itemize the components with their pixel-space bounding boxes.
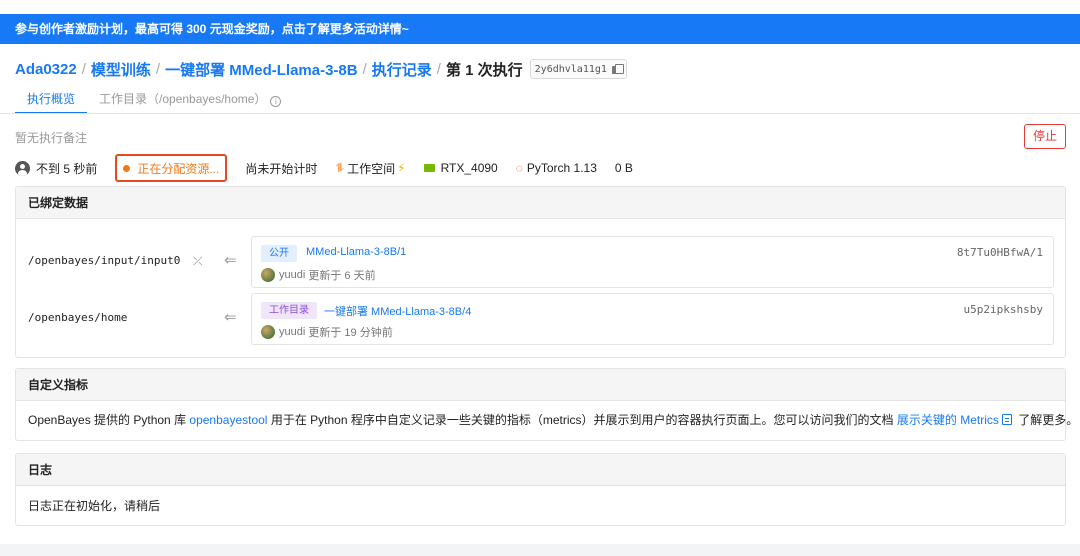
- nvidia-icon: [423, 164, 435, 172]
- workdir-tag: 工作目录: [261, 302, 317, 319]
- status-time: 不到 5 秒前: [15, 160, 97, 177]
- status-gpu: RTX_4090: [423, 161, 498, 175]
- breadcrumb-project[interactable]: 模型训练: [91, 59, 151, 80]
- tabs: 执行概览 工作目录（/openbayes/home） i: [15, 88, 293, 114]
- metrics-text-3: 了解更多。: [1014, 413, 1079, 427]
- avatar: [261, 325, 275, 339]
- status-bar: 不到 5 秒前 正在分配资源... 尚未开始计时 ⥮ 工作空间 ⚡ RTX_40…: [15, 154, 651, 182]
- dataset-meta: yuudi 更新于 6 天前: [261, 267, 376, 283]
- metrics-text-2: 用于在 Python 程序中自定义记录一些关键的指标（metrics）并展示到用…: [267, 413, 897, 427]
- mount-path: /openbayes/home: [28, 311, 128, 324]
- arrow-left-icon: ⇐: [224, 252, 237, 269]
- openbayestool-link[interactable]: openbayestool: [189, 413, 267, 427]
- page: 参与创作者激励计划，最高可得 300 元现金奖励，点击了解更多活动详情~ Ada…: [0, 0, 1080, 556]
- breadcrumb-records[interactable]: 执行记录: [372, 59, 432, 80]
- dataset-link[interactable]: 一键部署 MMed-Llama-3-8B/4: [324, 303, 471, 319]
- info-icon[interactable]: i: [270, 96, 282, 107]
- run-note: 暂无执行备注: [15, 131, 88, 145]
- unlink-icon[interactable]: ⤫: [193, 254, 203, 269]
- run-id: 2y6dhvla11g1: [534, 63, 607, 75]
- breadcrumb: Ada0322 / 模型训练 / 一键部署 MMed-Llama-3-8B / …: [15, 58, 627, 80]
- dataset-user[interactable]: yuudi: [279, 269, 305, 281]
- dataset-card[interactable]: 工作目录 一键部署 MMed-Llama-3-8B/4 u5p2ipkshsby…: [251, 293, 1054, 345]
- dataset-meta: yuudi 更新于 19 分钟前: [261, 324, 393, 340]
- promo-banner[interactable]: 参与创作者激励计划，最高可得 300 元现金奖励，点击了解更多活动详情~: [0, 14, 1080, 44]
- copy-icon[interactable]: [611, 64, 624, 74]
- status-framework: ◌ PyTorch 1.13: [516, 161, 597, 175]
- avatar: [261, 268, 275, 282]
- breadcrumb-separator: /: [436, 60, 441, 78]
- status-framework-label: PyTorch 1.13: [526, 161, 597, 175]
- logs-card: 日志 日志正在初始化，请稍后: [15, 453, 1066, 526]
- metrics-title: 自定义指标: [16, 369, 1065, 401]
- run-id-badge[interactable]: 2y6dhvla11g1: [529, 59, 627, 79]
- breadcrumb-task[interactable]: 一键部署 MMed-Llama-3-8B: [165, 59, 358, 80]
- status-timer: 尚未开始计时: [245, 161, 318, 176]
- metrics-doc-link[interactable]: 展示关键的 Metrics: [897, 413, 999, 427]
- stop-button[interactable]: 停止: [1024, 124, 1066, 149]
- breadcrumb-separator: /: [362, 60, 367, 78]
- breadcrumb-separator: /: [81, 60, 86, 78]
- public-tag: 公开: [261, 245, 297, 262]
- promo-banner-text[interactable]: 参与创作者激励计划，最高可得 300 元现金奖励，点击了解更多活动详情~: [15, 22, 409, 36]
- doc-icon[interactable]: [1001, 414, 1012, 425]
- tab-workdir-label: 工作目录（/openbayes/home）: [99, 92, 267, 106]
- metrics-text: OpenBayes 提供的 Python 库 openbayestool 用于在…: [16, 401, 1078, 439]
- breadcrumb-separator: /: [155, 60, 161, 78]
- logs-title: 日志: [16, 454, 1065, 486]
- status-badge-label: 正在分配资源...: [137, 161, 220, 176]
- mount-path: /openbayes/input/input0: [28, 254, 181, 267]
- status-gpu-label: RTX_4090: [440, 161, 498, 175]
- tab-workdir[interactable]: 工作目录（/openbayes/home） i: [87, 88, 293, 114]
- dataset-card[interactable]: 公开 MMed-Llama-3-8B/1 8t7Tu0HBfwA/1 yuudi…: [251, 236, 1054, 288]
- breadcrumb-user[interactable]: Ada0322: [15, 61, 77, 78]
- bolt-icon: ⚡: [397, 161, 406, 175]
- dot-icon: [123, 164, 131, 172]
- table-row: /openbayes/input/input0 ⤫ ⇐ 公开 MMed-Llam…: [16, 236, 1065, 288]
- breadcrumb-current: 第 1 次执行: [445, 61, 523, 79]
- bound-data-card: 已绑定数据 /openbayes/input/input0 ⤫ ⇐ 公开 MMe…: [15, 186, 1066, 358]
- metrics-text-1: OpenBayes 提供的 Python 库: [28, 413, 190, 427]
- workspace-icon: ⥮: [335, 160, 345, 175]
- tab-overview-label: 执行概览: [27, 92, 76, 106]
- tab-overview[interactable]: 执行概览: [15, 88, 88, 114]
- dataset-link[interactable]: MMed-Llama-3-8B/1: [306, 246, 406, 258]
- status-workspace[interactable]: ⥮ 工作空间 ⚡: [335, 160, 405, 177]
- metrics-card: 自定义指标 OpenBayes 提供的 Python 库 openbayesto…: [15, 368, 1078, 441]
- status-badge: 正在分配资源...: [115, 154, 228, 182]
- dataset-user[interactable]: yuudi: [279, 326, 305, 338]
- status-time-label: 不到 5 秒前: [36, 161, 98, 176]
- status-workspace-label: 工作空间: [347, 161, 396, 176]
- bottom-strip: [0, 544, 1080, 556]
- tab-divider: [0, 113, 1080, 114]
- bound-data-title: 已绑定数据: [16, 187, 1065, 219]
- dataset-updated: 更新于 19 分钟前: [308, 327, 393, 339]
- status-size: 0 B: [614, 161, 633, 175]
- dataset-hash: 8t7Tu0HBfwA/1: [956, 246, 1043, 259]
- dataset-hash: u5p2ipkshsby: [963, 303, 1043, 316]
- user-icon: [15, 160, 30, 176]
- table-row: /openbayes/home ⇐ 工作目录 一键部署 MMed-Llama-3…: [16, 293, 1065, 345]
- pytorch-icon: ◌: [515, 161, 523, 175]
- arrow-left-icon: ⇐: [224, 309, 237, 326]
- logs-text: 日志正在初始化，请稍后: [28, 499, 161, 513]
- dataset-updated: 更新于 6 天前: [308, 270, 376, 282]
